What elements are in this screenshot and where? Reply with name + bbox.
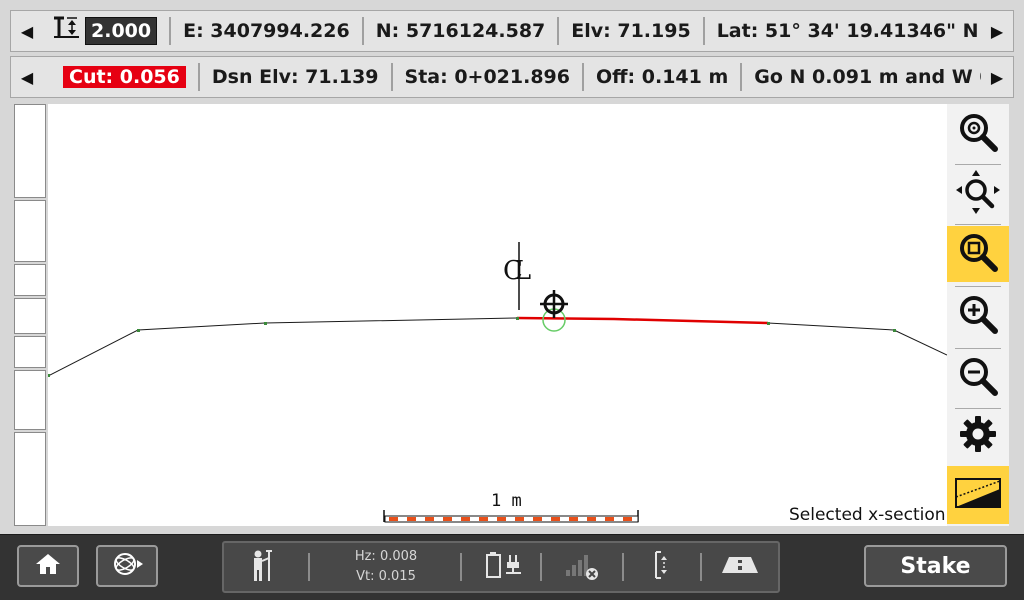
settings-icon: [958, 414, 998, 458]
instrument-status-button[interactable]: [238, 543, 286, 591]
stake-button-label: Stake: [900, 553, 971, 579]
left-softkey-column: [14, 104, 48, 526]
cut-badge: Cut: 0.056: [63, 66, 186, 88]
stake-button[interactable]: Stake: [864, 545, 1007, 587]
cross-section-view-button[interactable]: [947, 466, 1009, 524]
antenna-height-value[interactable]: 2.000: [85, 17, 158, 45]
left-softkey-6[interactable]: [14, 370, 46, 430]
zoom-in-button[interactable]: [947, 288, 1009, 344]
position-status-bar: ◀ 2.000 E: 3407994.226 N: 5716124.587 El…: [10, 10, 1014, 52]
zoom-in-icon: [956, 292, 1000, 340]
cross-section-view[interactable]: CL 1 m Selected x-section: [48, 104, 947, 526]
left-softkey-1[interactable]: [14, 104, 46, 198]
angle-readouts: Hz: 0.008 Vt: 0.015: [316, 543, 456, 591]
radio-status-button[interactable]: [552, 543, 612, 591]
station-readout: Sta: 0+021.896: [393, 63, 584, 91]
instrument-status-strip: Hz: 0.008 Vt: 0.015: [222, 541, 780, 593]
scale-bar: [383, 510, 639, 523]
left-softkey-3[interactable]: [14, 264, 46, 296]
left-softkey-4[interactable]: [14, 298, 46, 334]
design-elevation-readout: Dsn Elv: 71.139: [200, 63, 393, 91]
cut-field: Cut: 0.056: [43, 63, 200, 91]
home-icon: [34, 552, 62, 580]
northing-readout: N: 5716124.587: [364, 17, 560, 45]
stakeout-deltas-bar: ◀ Cut: 0.056 Dsn Elv: 71.139 Sta: 0+021.…: [10, 56, 1014, 98]
target-height-button[interactable]: [634, 543, 690, 591]
road-icon: [721, 555, 759, 579]
vt-angle-readout: Vt: 0.015: [356, 569, 416, 584]
zoom-window-icon: [956, 230, 1000, 278]
scroll-right-button[interactable]: ▶: [981, 11, 1013, 51]
settings-button[interactable]: [947, 408, 1009, 464]
deltas-scroll-right-button[interactable]: ▶: [981, 57, 1013, 97]
left-softkey-2[interactable]: [14, 200, 46, 262]
offset-readout: Off: 0.141 m: [584, 63, 743, 91]
easting-readout: E: 3407994.226: [171, 17, 364, 45]
cross-section-view-icon: [954, 475, 1002, 515]
trimble-logo-icon: [109, 550, 145, 582]
bottom-bar: Hz: 0.008 Vt: 0.015 Stake: [0, 535, 1024, 600]
scale-bar-label: 1 m: [491, 491, 522, 511]
antenna-height-field[interactable]: 2.000: [43, 16, 172, 45]
left-softkey-7[interactable]: [14, 432, 46, 526]
external-power-plug-icon: [503, 551, 523, 583]
antenna-height-icon: [51, 13, 81, 49]
left-softkey-5[interactable]: [14, 336, 46, 368]
main-frame: ◀ 2.000 E: 3407994.226 N: 5716124.587 El…: [0, 0, 1024, 535]
app-switcher-button[interactable]: [96, 545, 158, 587]
map-toolbar: [947, 104, 1009, 526]
elevation-readout: Elv: 71.195: [559, 17, 705, 45]
power-status-button[interactable]: [474, 543, 534, 591]
latitude-readout: Lat: 51° 34' 19.41346" N: [716, 20, 979, 42]
no-signal-icon: [562, 550, 602, 584]
home-button[interactable]: [17, 545, 79, 587]
deltas-scroll-left-button[interactable]: ◀: [11, 57, 43, 97]
road-status-button[interactable]: [712, 543, 768, 591]
target-height-icon: [652, 550, 672, 584]
zoom-out-icon: [956, 354, 1000, 402]
pan-button[interactable]: [947, 166, 1009, 222]
zoom-to-extents-icon: [956, 110, 1000, 158]
centerline-label: CL: [503, 256, 531, 286]
battery-icon: [485, 551, 503, 583]
zoom-to-extents-button[interactable]: [947, 106, 1009, 162]
navigation-instruction: Go N 0.091 m and W 0.116 m: [754, 66, 981, 88]
pan-icon: [954, 168, 1002, 220]
cross-section-profile: [48, 316, 947, 377]
hz-angle-readout: Hz: 0.008: [354, 549, 418, 564]
zoom-out-button[interactable]: [947, 350, 1009, 406]
zoom-window-button[interactable]: [947, 226, 1009, 282]
scroll-left-button[interactable]: ◀: [11, 11, 43, 51]
surveyor-with-rod-icon: [249, 548, 275, 586]
selected-section-caption: Selected x-section: [789, 505, 946, 525]
